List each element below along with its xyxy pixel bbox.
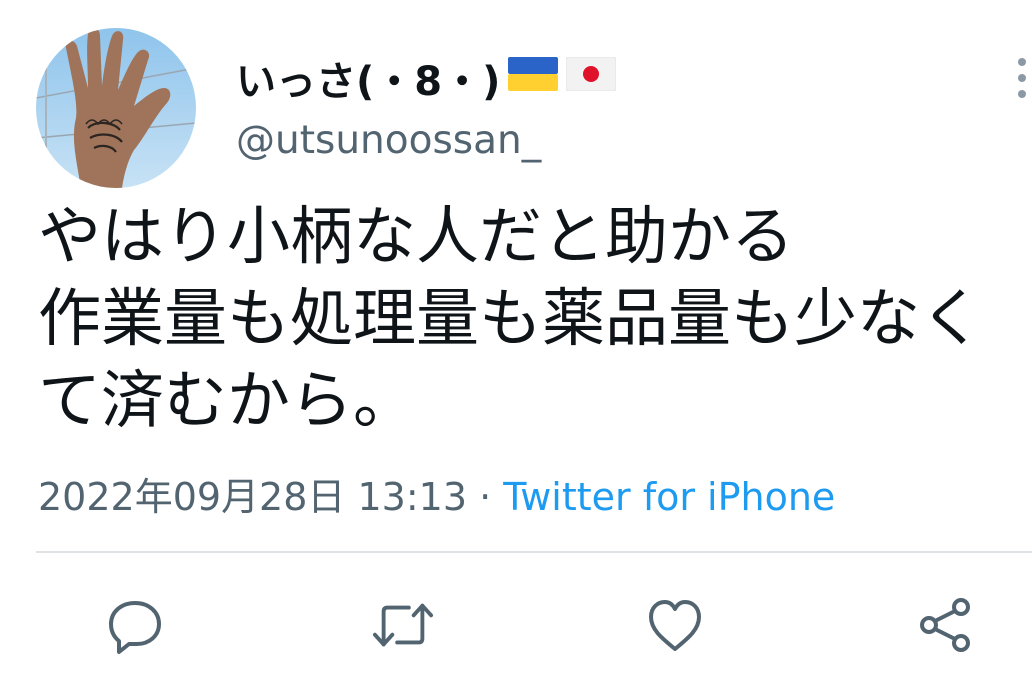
divider bbox=[36, 551, 1032, 553]
source-link[interactable]: Twitter for iPhone bbox=[503, 475, 835, 519]
reply-button[interactable] bbox=[104, 594, 166, 656]
tweet-text-line: やはり小柄な人だと助かる bbox=[38, 200, 794, 273]
meta-separator: · bbox=[467, 475, 504, 519]
retweet-button[interactable] bbox=[372, 594, 434, 656]
share-icon bbox=[920, 598, 970, 652]
more-options-icon[interactable] bbox=[1012, 56, 1032, 100]
japan-flag-icon bbox=[565, 55, 617, 101]
share-button[interactable] bbox=[914, 594, 976, 656]
display-name-row[interactable]: いっさ(・8・) bbox=[236, 50, 617, 106]
avatar-image bbox=[36, 28, 196, 188]
like-button[interactable] bbox=[644, 594, 706, 656]
timestamp[interactable]: 2022年09月28日 13:13 bbox=[38, 475, 467, 519]
tweet-text: やはり小柄な人だと助かる 作業量も処理量も薬品量も少なく て済むから。 bbox=[38, 196, 1032, 442]
tweet: いっさ(・8・) @utsunoossan_ やはり小柄な人だと助かる 作業量も… bbox=[0, 0, 1032, 678]
user-handle[interactable]: @utsunoossan_ bbox=[236, 118, 541, 163]
display-name: いっさ(・8・) bbox=[236, 59, 501, 105]
ukraine-flag-icon bbox=[508, 55, 559, 101]
retweet-icon bbox=[372, 603, 434, 647]
tweet-text-line: 作業量も処理量も薬品量も少なく bbox=[38, 282, 983, 355]
tweet-meta: 2022年09月28日 13:13 · Twitter for iPhone bbox=[38, 466, 835, 521]
like-icon bbox=[649, 600, 701, 651]
reply-icon bbox=[109, 601, 161, 654]
avatar[interactable] bbox=[36, 28, 196, 188]
tweet-text-line: て済むから。 bbox=[38, 364, 416, 437]
